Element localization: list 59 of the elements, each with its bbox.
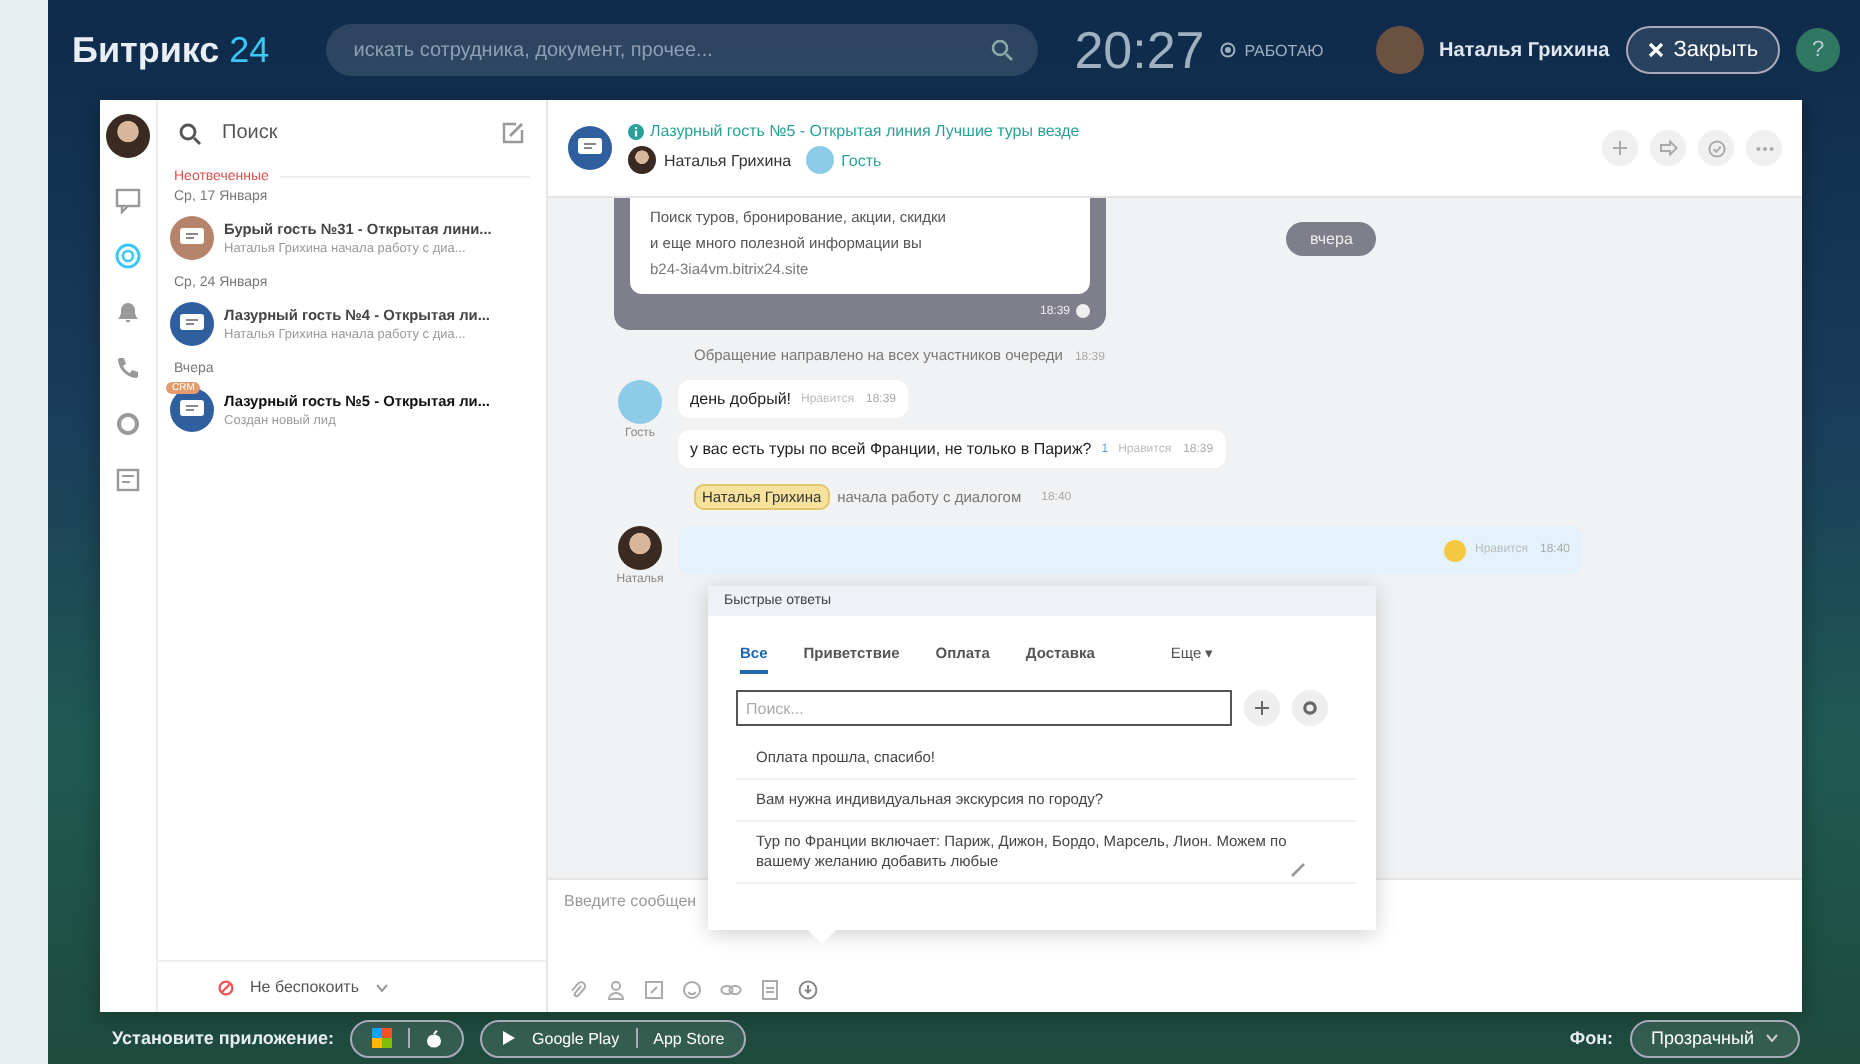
desktop-apps-button[interactable] [350, 1019, 465, 1057]
avatar [628, 146, 656, 174]
forward-button[interactable] [1650, 130, 1686, 166]
read-icon [1076, 304, 1090, 318]
compose-icon[interactable] [500, 120, 526, 146]
info-icon [628, 123, 644, 139]
more-button[interactable] [1746, 130, 1782, 166]
search-field[interactable]: Поиск... [736, 690, 1232, 726]
caret-icon [1766, 1034, 1778, 1042]
quick-answers-icon[interactable] [798, 980, 818, 1000]
do-not-disturb-icon [218, 979, 234, 995]
date-pill: вчера [1286, 222, 1377, 256]
install-label: Установите приложение: [112, 1028, 335, 1048]
more-icon [1755, 145, 1773, 151]
status-button[interactable]: РАБОТАЮ [1244, 41, 1324, 59]
play-icon [502, 1030, 517, 1046]
paperclip-icon[interactable] [568, 980, 588, 1000]
add-button[interactable] [1244, 690, 1280, 726]
arrow-icon [1659, 140, 1677, 156]
background-label: Фон: [1569, 1028, 1614, 1048]
search-icon [178, 121, 202, 145]
edit-icon[interactable] [1290, 860, 1308, 878]
document-icon[interactable] [760, 980, 780, 1000]
close-button[interactable]: Закрыть [1625, 26, 1781, 74]
avatar[interactable] [106, 114, 150, 158]
plus-icon [1254, 700, 1270, 716]
logo: Битрикс 24 [72, 29, 272, 71]
chat-avatar [568, 126, 612, 170]
search-field[interactable]: искать сотрудника, документ, прочее... [349, 37, 991, 63]
caret-icon[interactable] [375, 983, 388, 991]
search-icon [990, 38, 1015, 62]
apple-icon [426, 1029, 443, 1047]
settings-button[interactable] [1292, 690, 1328, 726]
close-icon [1647, 42, 1664, 58]
background-select[interactable]: Прозрачный [1629, 1019, 1800, 1057]
message-text: у вас есть туры по всей Франции, не только в Париж? [690, 440, 1092, 458]
user-name[interactable]: Наталья Грихина [1439, 39, 1610, 61]
do-not-disturb-toggle[interactable]: Не беспокоить [250, 978, 360, 996]
mobile-apps-button[interactable]: Google Play App Store [480, 1019, 747, 1057]
check-button[interactable] [1698, 130, 1734, 166]
note-icon[interactable] [644, 980, 664, 1000]
search-bar[interactable]: искать сотрудника, документ, прочее... [325, 24, 1039, 76]
member-name[interactable]: Наталья Грихина [664, 151, 792, 169]
chat-icon[interactable] [114, 186, 142, 214]
clock: 20:27 [1074, 19, 1205, 81]
bell-icon[interactable] [114, 298, 142, 326]
avatar [1375, 26, 1424, 74]
phone-icon[interactable] [114, 354, 142, 382]
link-icon[interactable] [720, 980, 742, 1000]
status-icon [1220, 42, 1237, 58]
plus-icon [1612, 140, 1628, 156]
windows-icon [372, 1028, 393, 1048]
message-text: день добрый! [690, 390, 792, 408]
check-icon [1707, 139, 1725, 157]
settings-icon [1302, 700, 1318, 716]
list-icon[interactable] [114, 466, 142, 494]
open-lines-icon[interactable] [114, 242, 142, 270]
avatar [618, 526, 662, 570]
settings-icon[interactable] [114, 410, 142, 438]
